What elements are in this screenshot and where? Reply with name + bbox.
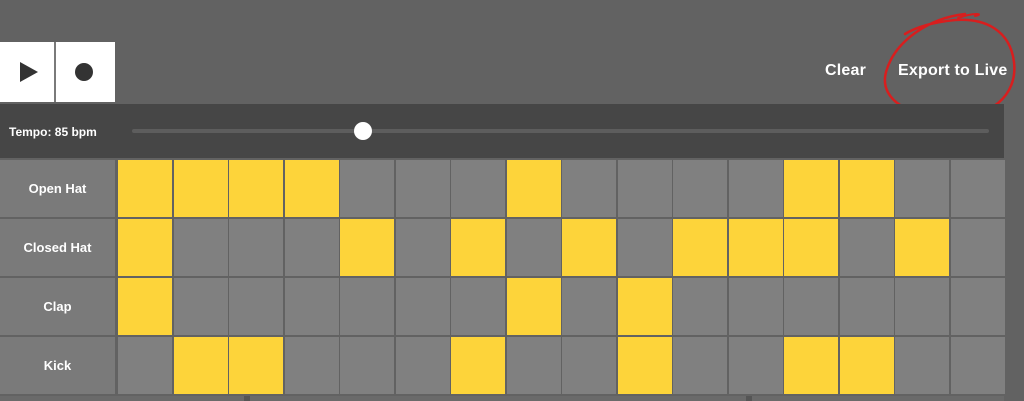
step-cell[interactable]	[506, 337, 561, 394]
step-cell[interactable]	[451, 337, 505, 394]
step-cell[interactable]	[950, 219, 1005, 276]
record-button[interactable]	[56, 42, 111, 102]
step-cell[interactable]	[395, 278, 450, 335]
export-to-live-button[interactable]: Export to Live	[898, 62, 1007, 80]
step-cell[interactable]	[673, 219, 727, 276]
step-cell[interactable]	[284, 278, 339, 335]
step-cell[interactable]	[451, 219, 505, 276]
step-cell[interactable]	[950, 278, 1005, 335]
step-cell[interactable]	[617, 160, 672, 217]
step-cell[interactable]	[562, 160, 616, 217]
step-cell[interactable]	[284, 160, 339, 217]
tempo-slider[interactable]	[132, 122, 989, 140]
step-cell[interactable]	[340, 219, 394, 276]
clear-button[interactable]: Clear	[825, 62, 866, 80]
step-cell[interactable]	[839, 219, 894, 276]
track-row: Clap	[0, 278, 1005, 335]
step-cell[interactable]	[784, 278, 838, 335]
step-cell[interactable]	[617, 278, 672, 335]
step-cell[interactable]	[173, 219, 228, 276]
step-cell[interactable]	[173, 337, 228, 394]
step-cell[interactable]	[229, 160, 283, 217]
step-cell[interactable]	[284, 219, 339, 276]
track-label: Clap	[0, 278, 115, 335]
step-cell[interactable]	[118, 278, 172, 335]
transport-controls	[0, 42, 115, 102]
track-row: Open Hat	[0, 160, 1005, 217]
step-cell[interactable]	[340, 160, 394, 217]
step-cell[interactable]	[229, 278, 283, 335]
tempo-slider-thumb[interactable]	[354, 122, 373, 140]
step-cell[interactable]	[229, 337, 283, 394]
record-icon	[74, 63, 93, 81]
step-cell[interactable]	[506, 278, 561, 335]
track-label: Open Hat	[0, 160, 115, 217]
step-cell[interactable]	[895, 160, 949, 217]
step-cell[interactable]	[395, 160, 450, 217]
step-cell[interactable]	[340, 278, 394, 335]
step-cell[interactable]	[950, 160, 1005, 217]
step-cell[interactable]	[284, 337, 339, 394]
step-cell[interactable]	[673, 160, 727, 217]
step-cell[interactable]	[784, 219, 838, 276]
step-cell[interactable]	[895, 278, 949, 335]
step-cell[interactable]	[451, 160, 505, 217]
tempo-bar: Tempo: 85 bpm	[0, 104, 1004, 158]
play-button[interactable]	[0, 42, 56, 102]
step-cell[interactable]	[617, 337, 672, 394]
step-cell[interactable]	[895, 337, 949, 394]
step-cell[interactable]	[728, 219, 783, 276]
tempo-label: Tempo: 85 bpm	[9, 125, 97, 139]
step-cell[interactable]	[617, 219, 672, 276]
step-cell[interactable]	[229, 219, 283, 276]
step-cell[interactable]	[562, 219, 616, 276]
step-cell[interactable]	[506, 160, 561, 217]
step-cell[interactable]	[395, 219, 450, 276]
step-cell[interactable]	[506, 219, 561, 276]
step-cell[interactable]	[118, 337, 172, 394]
play-icon	[20, 62, 38, 82]
step-cell[interactable]	[118, 160, 172, 217]
step-cell[interactable]	[562, 337, 616, 394]
step-cell[interactable]	[839, 160, 894, 217]
step-cell[interactable]	[340, 337, 394, 394]
step-cell[interactable]	[562, 278, 616, 335]
step-cell[interactable]	[451, 278, 505, 335]
step-cell[interactable]	[173, 160, 228, 217]
step-cell[interactable]	[895, 219, 949, 276]
track-label: Kick	[0, 337, 115, 394]
step-cell[interactable]	[839, 278, 894, 335]
step-cell[interactable]	[395, 337, 450, 394]
step-cell[interactable]	[673, 278, 727, 335]
step-cell[interactable]	[173, 278, 228, 335]
track-row: Closed Hat	[0, 219, 1005, 276]
step-cell[interactable]	[784, 337, 838, 394]
step-cell[interactable]	[784, 160, 838, 217]
step-cell[interactable]	[839, 337, 894, 394]
track-row: Kick	[0, 337, 1005, 394]
step-cell[interactable]	[118, 219, 172, 276]
step-cell[interactable]	[728, 278, 783, 335]
step-cell[interactable]	[728, 337, 783, 394]
step-cell[interactable]	[950, 337, 1005, 394]
step-cell[interactable]	[728, 160, 783, 217]
step-cell[interactable]	[673, 337, 727, 394]
track-label: Closed Hat	[0, 219, 115, 276]
bottom-scroll-strip	[0, 396, 1004, 401]
